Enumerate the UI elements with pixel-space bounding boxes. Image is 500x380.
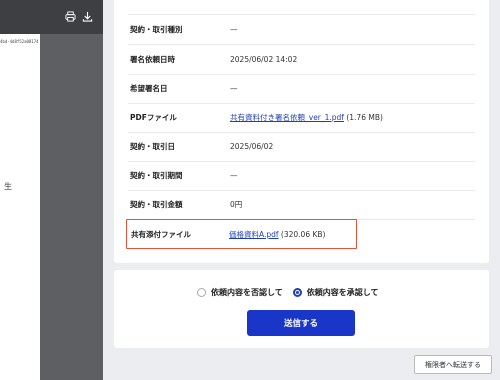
approve-radio[interactable]: 依頼内容を承認して <box>292 287 379 298</box>
reject-radio[interactable]: 依頼内容を否認して <box>197 287 283 298</box>
detail-label: 契約・取引種別 <box>130 25 183 34</box>
detail-value: — <box>230 171 238 180</box>
detail-row: 希望署名日 — <box>128 74 475 104</box>
pdf-page-text: 生 <box>4 182 12 191</box>
detail-label: 文書ID <box>128 0 230 2</box>
detail-label: 契約・取引期間 <box>130 171 183 180</box>
detail-row: PDFファイル 共有資料付き署名依頼_ver_1.pdf (1.76 MB) <box>128 103 475 133</box>
decision-radio-group: 依頼内容を否認して 依頼内容を承認して <box>197 287 379 298</box>
detail-row: 契約・取引期間 — <box>128 161 475 191</box>
main-content: 文書ID9f0e5dda-e870-4342-a6bd-4d8f52a08174… <box>103 0 500 380</box>
detail-label: 契約・取引日 <box>130 142 175 151</box>
detail-value: 2025/06/02 14:02 <box>230 55 298 64</box>
pdf-viewer-panel: 4bd-4d8f52a08174 生 <box>0 0 103 380</box>
detail-value: — <box>230 84 238 93</box>
detail-label: 署名依頼日時 <box>130 55 175 64</box>
pdf-page: 4bd-4d8f52a08174 生 <box>0 34 40 380</box>
detail-value: 0円 <box>230 200 243 209</box>
submit-button[interactable]: 送信する <box>247 310 355 336</box>
reject-radio-label: 依頼内容を否認して <box>211 288 283 297</box>
forward-to-authorized-button[interactable]: 権限者へ転送する <box>414 355 492 374</box>
reject-radio-circle[interactable] <box>197 288 206 297</box>
detail-label: 希望署名日 <box>130 84 168 93</box>
detail-row: 契約・取引種別 — <box>128 15 475 45</box>
pdf-hash-text: 4bd-4d8f52a08174 <box>0 39 39 44</box>
approve-radio-label: 依頼内容を承認して <box>306 288 379 297</box>
decision-card: 依頼内容を否認して 依頼内容を承認して 送信する <box>114 270 489 348</box>
detail-label: 契約・取引金額 <box>130 200 183 209</box>
download-icon[interactable] <box>82 11 93 22</box>
detail-label: 共有添付ファイル <box>131 229 191 239</box>
detail-label: PDFファイル <box>130 113 177 122</box>
detail-row: 契約・取引金額 0円 <box>128 190 475 220</box>
detail-value: — <box>230 25 238 34</box>
pdf-toolbar <box>0 0 103 34</box>
approve-radio-circle[interactable] <box>292 288 302 297</box>
file-link[interactable]: 共有資料付き署名依頼_ver_1.pdf <box>230 113 344 122</box>
detail-row: 契約・取引日 2025/06/02 <box>128 132 475 162</box>
details-card: 文書ID9f0e5dda-e870-4342-a6bd-4d8f52a08174… <box>114 0 489 263</box>
detail-value: 2025/06/02 <box>230 142 274 151</box>
detail-value: 共有資料付き署名依頼_ver_1.pdf (1.76 MB) <box>230 112 383 123</box>
file-size: (1.76 MB) <box>343 113 383 122</box>
print-icon[interactable] <box>65 11 76 22</box>
detail-value: 価格資料A.pdf (320.06 KB) <box>229 229 325 240</box>
detail-row: 署名依頼日時 2025/06/02 14:02 <box>128 45 475 75</box>
detail-row: 文書ID9f0e5dda-e870-4342-a6bd-4d8f52a08174 <box>128 0 475 15</box>
shared-attachment-row: 共有添付ファイル 価格資料A.pdf (320.06 KB) <box>126 219 357 249</box>
file-link[interactable]: 価格資料A.pdf <box>229 230 279 239</box>
file-size: (320.06 KB) <box>278 229 326 239</box>
